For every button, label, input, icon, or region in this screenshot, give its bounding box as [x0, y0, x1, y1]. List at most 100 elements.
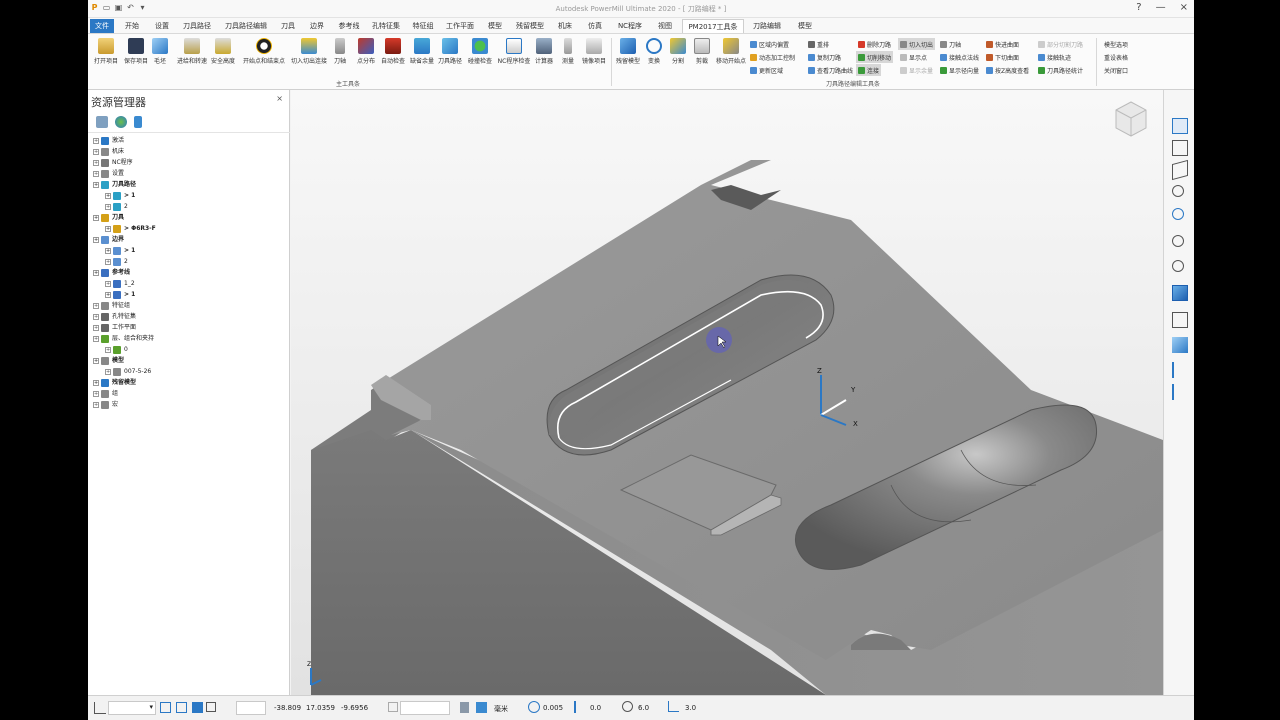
contact-normal-toggle[interactable]: 接触点法线 [940, 51, 979, 63]
tree-node[interactable]: + 刀具路径 [88, 179, 290, 190]
tab-machine[interactable]: 机床 [552, 19, 578, 33]
zoom-in-icon[interactable] [1172, 185, 1184, 197]
expand-icon[interactable]: + [105, 368, 111, 375]
feeds-speeds-button[interactable]: 进给和转速 [174, 38, 210, 65]
open-project-button[interactable]: 打开项目 [90, 38, 122, 65]
tab-toolpath-edit[interactable]: 刀具路径编辑 [220, 19, 272, 33]
globe-icon[interactable] [115, 116, 127, 128]
transform-button[interactable]: 变换 [642, 38, 666, 65]
offset-value[interactable]: 0.0 [590, 704, 601, 712]
tab-simulation[interactable]: 仿真 [582, 19, 608, 33]
command-input[interactable] [400, 701, 450, 715]
expand-icon[interactable]: + [93, 335, 99, 342]
copy-toolpath-button[interactable]: 复制刀路 [808, 51, 841, 63]
tree-node[interactable]: + 孔特征集 [88, 311, 290, 322]
tree-node[interactable]: + 激活 [88, 135, 290, 146]
workplane-select[interactable]: ▾ [108, 701, 156, 715]
rapid-surface-toggle[interactable]: 快进曲面 [986, 38, 1019, 50]
edit-coords-icon[interactable] [388, 702, 398, 712]
tab-model-2[interactable]: 模型 [790, 19, 820, 33]
tree-node[interactable]: + 宏 [88, 399, 290, 410]
expand-icon[interactable]: + [93, 313, 99, 320]
toolpath-button[interactable]: 刀具路径 [434, 38, 466, 65]
calculator-button[interactable]: 计算器 [530, 38, 558, 65]
minimize-button[interactable]: — [1156, 2, 1166, 13]
nc-program-check-button[interactable]: NC程序检查 [494, 38, 534, 65]
stock-model-button[interactable]: 残留模型 [612, 38, 644, 65]
graphics-viewport[interactable]: Z Y X Z [291, 90, 1163, 695]
tree-node[interactable]: +007-5-26 [88, 366, 290, 377]
leads-toggle[interactable]: 切入切出 [898, 38, 936, 50]
expand-icon[interactable]: + [93, 401, 99, 408]
tree-view-icon[interactable] [96, 116, 108, 128]
tab-holes[interactable]: 孔特征集 [368, 19, 404, 33]
tab-pm2017-toolbar[interactable]: PM2017工具条 [682, 19, 744, 33]
expand-icon[interactable]: + [105, 346, 111, 353]
leads-links-button[interactable]: 切入切出连接 [288, 38, 330, 65]
plain-shade-icon[interactable] [1172, 337, 1188, 353]
expand-icon[interactable]: + [105, 192, 111, 199]
expand-icon[interactable]: + [93, 236, 99, 243]
tree-node[interactable]: + > 1 [88, 190, 290, 201]
tab-path-edit[interactable]: 刀路编辑 [748, 19, 786, 33]
tree-node[interactable]: + 边界 [88, 234, 290, 245]
toolpath-status-icon[interactable] [476, 702, 487, 713]
tolerance-value[interactable]: 0.005 [543, 704, 563, 712]
tree-node[interactable]: + 设置 [88, 168, 290, 179]
links-toggle[interactable]: 连接 [856, 64, 882, 76]
tree-node[interactable]: +2 [88, 201, 290, 212]
diameter-value[interactable]: 6.0 [638, 704, 649, 712]
safe-height-button[interactable]: 安全高度 [208, 38, 238, 65]
contact-trajectory-toggle[interactable]: 接触轨迹 [1038, 51, 1071, 63]
tree-node[interactable]: + > 1 [88, 289, 290, 300]
close-button[interactable]: × [1180, 2, 1188, 13]
expand-icon[interactable]: + [93, 181, 99, 188]
expand-icon[interactable]: + [93, 357, 99, 364]
tree-node[interactable]: + 组 [88, 388, 290, 399]
collision-check-button[interactable]: 碰撞检查 [464, 38, 496, 65]
trim-button[interactable]: 剪裁 [690, 38, 714, 65]
stock-button[interactable]: 毛坯 [146, 38, 174, 65]
partial-cut-toggle[interactable]: 部分切割刀路 [1038, 38, 1083, 50]
cursor-snap-icon[interactable] [192, 702, 203, 713]
expand-icon[interactable]: + [105, 291, 111, 298]
expand-icon[interactable]: + [93, 379, 99, 386]
expand-icon[interactable]: + [93, 159, 99, 166]
tree-node[interactable]: + 参考线 [88, 267, 290, 278]
move-start-point-button[interactable]: 移动开始点 [714, 38, 748, 65]
split-button[interactable]: 分割 [666, 38, 690, 65]
angle-value[interactable]: 3.0 [685, 704, 696, 712]
zoom-fit-icon[interactable] [1172, 260, 1184, 272]
tab-file[interactable]: 文件 [90, 19, 114, 33]
view-front-icon[interactable] [1172, 140, 1188, 156]
tab-start[interactable]: 开始 [118, 19, 146, 33]
point-distribution-button[interactable]: 点分布 [352, 38, 380, 65]
cutting-moves-toggle[interactable]: 切削移动 [856, 51, 894, 63]
dynamic-machining-button[interactable]: 动态加工控制 [750, 51, 795, 63]
tree-node[interactable]: + > 1 [88, 245, 290, 256]
tree-node[interactable]: + 机床 [88, 146, 290, 157]
tool-axis-button[interactable]: 刀轴 [328, 38, 352, 65]
tree-node[interactable]: + > Φ6R3-F [88, 223, 290, 234]
tree-node[interactable]: + 模型 [88, 355, 290, 366]
wireframe-view-icon[interactable] [1172, 312, 1188, 328]
update-region-button[interactable]: 更新区域 [750, 64, 783, 76]
expand-icon[interactable]: + [93, 302, 99, 309]
expand-icon[interactable]: + [105, 203, 111, 210]
show-points-toggle[interactable]: 显示点 [900, 51, 927, 63]
model-options-link[interactable]: 模型选项 [1104, 38, 1128, 50]
tree-node[interactable]: +1_2 [88, 278, 290, 289]
tree-node[interactable]: + 特征组 [88, 300, 290, 311]
shaded-view-icon[interactable] [1172, 285, 1188, 301]
tree-node[interactable]: + 工作平面 [88, 322, 290, 333]
show-thickness-toggle[interactable]: 显示余量 [900, 64, 933, 76]
plunge-surface-toggle[interactable]: 下切曲面 [986, 51, 1019, 63]
tab-model[interactable]: 模型 [482, 19, 508, 33]
tab-workplane[interactable]: 工作平面 [442, 19, 478, 33]
tab-setup[interactable]: 设置 [148, 19, 176, 33]
snap-icon[interactable] [176, 702, 187, 713]
reset-forms-link[interactable]: 重设表格 [1104, 51, 1128, 63]
tab-tool[interactable]: 刀具 [276, 19, 300, 33]
reorder-button[interactable]: 重排 [808, 38, 829, 50]
calculator-icon[interactable] [460, 702, 469, 713]
